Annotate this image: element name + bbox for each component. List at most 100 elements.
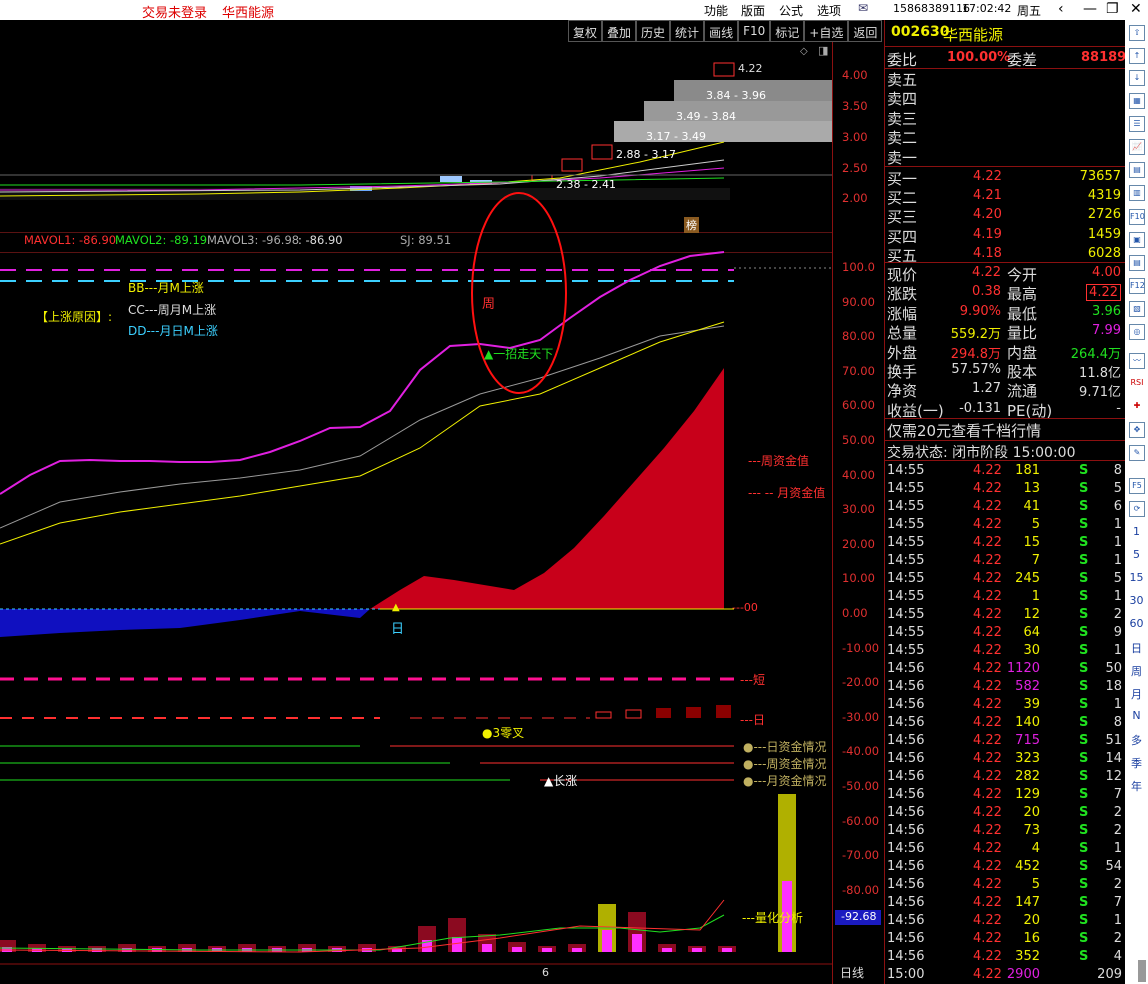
period-15[interactable]: 15: [1125, 571, 1148, 584]
period-日[interactable]: 日: [1125, 640, 1148, 656]
macd-icon[interactable]: 〰: [1129, 353, 1145, 369]
period-季[interactable]: 季: [1125, 755, 1148, 771]
period-30[interactable]: 30: [1125, 594, 1148, 607]
refresh-icon[interactable]: ⟳: [1129, 501, 1145, 517]
scroll-thumb[interactable]: [1138, 960, 1146, 982]
tick-count: 5: [1113, 481, 1122, 496]
arrow-up-icon[interactable]: ↑: [1129, 48, 1145, 64]
tick-volume: 15: [1023, 535, 1040, 550]
back-icon[interactable]: ‹: [1058, 1, 1064, 17]
period-多[interactable]: 多: [1125, 732, 1148, 748]
mail-icon[interactable]: ✉: [858, 1, 868, 15]
axis-label: 70.00: [842, 363, 875, 378]
minimize-icon[interactable]: —: [1083, 1, 1097, 17]
tick-row[interactable]: 14:56 4.22 73 S 2: [885, 822, 1126, 840]
tick-row[interactable]: 14:55 4.22 15 S 1: [885, 534, 1126, 552]
stat-value: 264.4万: [1070, 346, 1121, 362]
axis-label: 30.00: [842, 502, 875, 517]
tick-row[interactable]: 14:56 4.22 582 S 18: [885, 678, 1126, 696]
f12-icon[interactable]: F12: [1129, 278, 1145, 294]
list-icon[interactable]: ☰: [1129, 116, 1145, 132]
pen-icon[interactable]: ✎: [1129, 445, 1145, 461]
menu-formula[interactable]: 公式: [779, 2, 803, 19]
period-5[interactable]: 5: [1125, 548, 1148, 561]
tick-row[interactable]: 14:55 4.22 1 S 1: [885, 588, 1126, 606]
calc-icon[interactable]: ▣: [1129, 232, 1145, 248]
f10-icon[interactable]: F10: [1129, 209, 1145, 225]
tick-row[interactable]: 14:55 4.22 13 S 5: [885, 480, 1126, 498]
tick-row[interactable]: 14:56 4.22 715 S 51: [885, 732, 1126, 750]
tick-side: S: [1079, 463, 1089, 478]
menu-function[interactable]: 功能: [704, 2, 728, 19]
tick-row[interactable]: 14:56 4.22 140 S 8: [885, 714, 1126, 732]
tick-row[interactable]: 14:56 4.22 452 S 54: [885, 858, 1126, 876]
arrow-down-icon[interactable]: ↓: [1129, 70, 1145, 86]
tick-row[interactable]: 14:56 4.22 129 S 7: [885, 786, 1126, 804]
tick-time: 14:56: [887, 769, 925, 784]
tick-row[interactable]: 14:56 4.22 282 S 12: [885, 768, 1126, 786]
tick-side: S: [1079, 643, 1089, 658]
period-60[interactable]: 60: [1125, 617, 1148, 630]
tick-row[interactable]: 14:56 4.22 147 S 7: [885, 894, 1126, 912]
tick-row[interactable]: 14:56 4.22 5 S 2: [885, 876, 1126, 894]
tick-volume: 5: [1031, 877, 1040, 892]
tick-row[interactable]: 14:55 4.22 245 S 5: [885, 570, 1126, 588]
close-icon[interactable]: ✕: [1130, 1, 1142, 17]
move-icon[interactable]: ✥: [1129, 422, 1145, 438]
chart-area[interactable]: 复权 叠加 历史 统计 画线 F10 标记 +自选 返回 ◇ ◨ 4.00 3.…: [0, 20, 883, 984]
promo-link[interactable]: 仅需20元查看千档行情: [887, 420, 1041, 441]
chart-svg: [0, 62, 832, 965]
circle-icon[interactable]: ◎: [1129, 324, 1145, 340]
tick-row[interactable]: 14:56 4.22 39 S 1: [885, 696, 1126, 714]
f5-icon[interactable]: F5: [1129, 478, 1145, 494]
volume-bar-inner: [452, 937, 462, 952]
tick-row[interactable]: 14:56 4.22 16 S 2: [885, 930, 1126, 948]
axis-label: 100.0: [842, 260, 875, 274]
tick-row[interactable]: 14:55 4.22 30 S 1: [885, 642, 1126, 660]
tick-price: 4.22: [973, 733, 1002, 748]
doc-icon[interactable]: ▥: [1129, 185, 1145, 201]
period-1[interactable]: 1: [1125, 525, 1148, 538]
stock-code: 002630: [891, 24, 950, 40]
tick-row[interactable]: 14:55 4.22 7 S 1: [885, 552, 1126, 570]
layout-icon[interactable]: ▧: [1129, 301, 1145, 317]
volume-bars: [0, 794, 796, 952]
tick-row[interactable]: 14:56 4.22 1120 S 50: [885, 660, 1126, 678]
stat-label: 今开: [1007, 266, 1038, 284]
tick-row[interactable]: 14:55 4.22 181 S 8: [885, 462, 1126, 480]
tick-row[interactable]: 14:56 4.22 4 S 1: [885, 840, 1126, 858]
table-icon[interactable]: ▤: [1129, 162, 1145, 178]
plus-icon[interactable]: ✚: [1129, 399, 1145, 415]
tb-return-button[interactable]: 返回: [848, 20, 883, 42]
tick-row[interactable]: 14:55 4.22 64 S 9: [885, 624, 1126, 642]
menu-layout[interactable]: 版面: [741, 2, 765, 19]
chart-icon[interactable]: 📈: [1129, 139, 1145, 155]
grid-icon[interactable]: ▦: [1129, 93, 1145, 109]
rsi-icon[interactable]: RSI: [1129, 376, 1145, 392]
tick-row[interactable]: 14:56 4.22 20 S 1: [885, 912, 1126, 930]
tick-price: 4.22: [973, 787, 1002, 802]
tick-row[interactable]: 14:55 4.22 5 S 1: [885, 516, 1126, 534]
period-周[interactable]: 周: [1125, 663, 1148, 679]
tick-volume: 323: [1015, 751, 1040, 766]
restore-icon[interactable]: ❐: [1106, 1, 1119, 17]
menu-options[interactable]: 选项: [817, 2, 841, 19]
period-年[interactable]: 年: [1125, 778, 1148, 794]
period-月[interactable]: 月: [1125, 686, 1148, 702]
tick-volume: 12: [1023, 607, 1040, 622]
volume-bar-inner: [482, 944, 492, 952]
bang-badge[interactable]: 榜: [684, 217, 699, 233]
period-tab[interactable]: 日线: [840, 964, 864, 981]
buy-level-label: 买三: [887, 208, 918, 227]
tick-row[interactable]: 14:55 4.22 12 S 2: [885, 606, 1126, 624]
tick-row[interactable]: 14:55 4.22 41 S 6: [885, 498, 1126, 516]
stock-name-title: 华西能源: [222, 6, 275, 21]
news-icon[interactable]: ▤: [1129, 255, 1145, 271]
tick-row[interactable]: 15:00 4.22 2900 209: [885, 966, 1126, 984]
tick-row[interactable]: 14:56 4.22 20 S 2: [885, 804, 1126, 822]
tick-row[interactable]: 14:56 4.22 323 S 14: [885, 750, 1126, 768]
nav-up-icon[interactable]: ⇧: [1129, 25, 1145, 41]
period-N[interactable]: N: [1125, 709, 1148, 722]
tick-row[interactable]: 14:56 4.22 352 S 4: [885, 948, 1126, 966]
tick-side: S: [1079, 733, 1089, 748]
